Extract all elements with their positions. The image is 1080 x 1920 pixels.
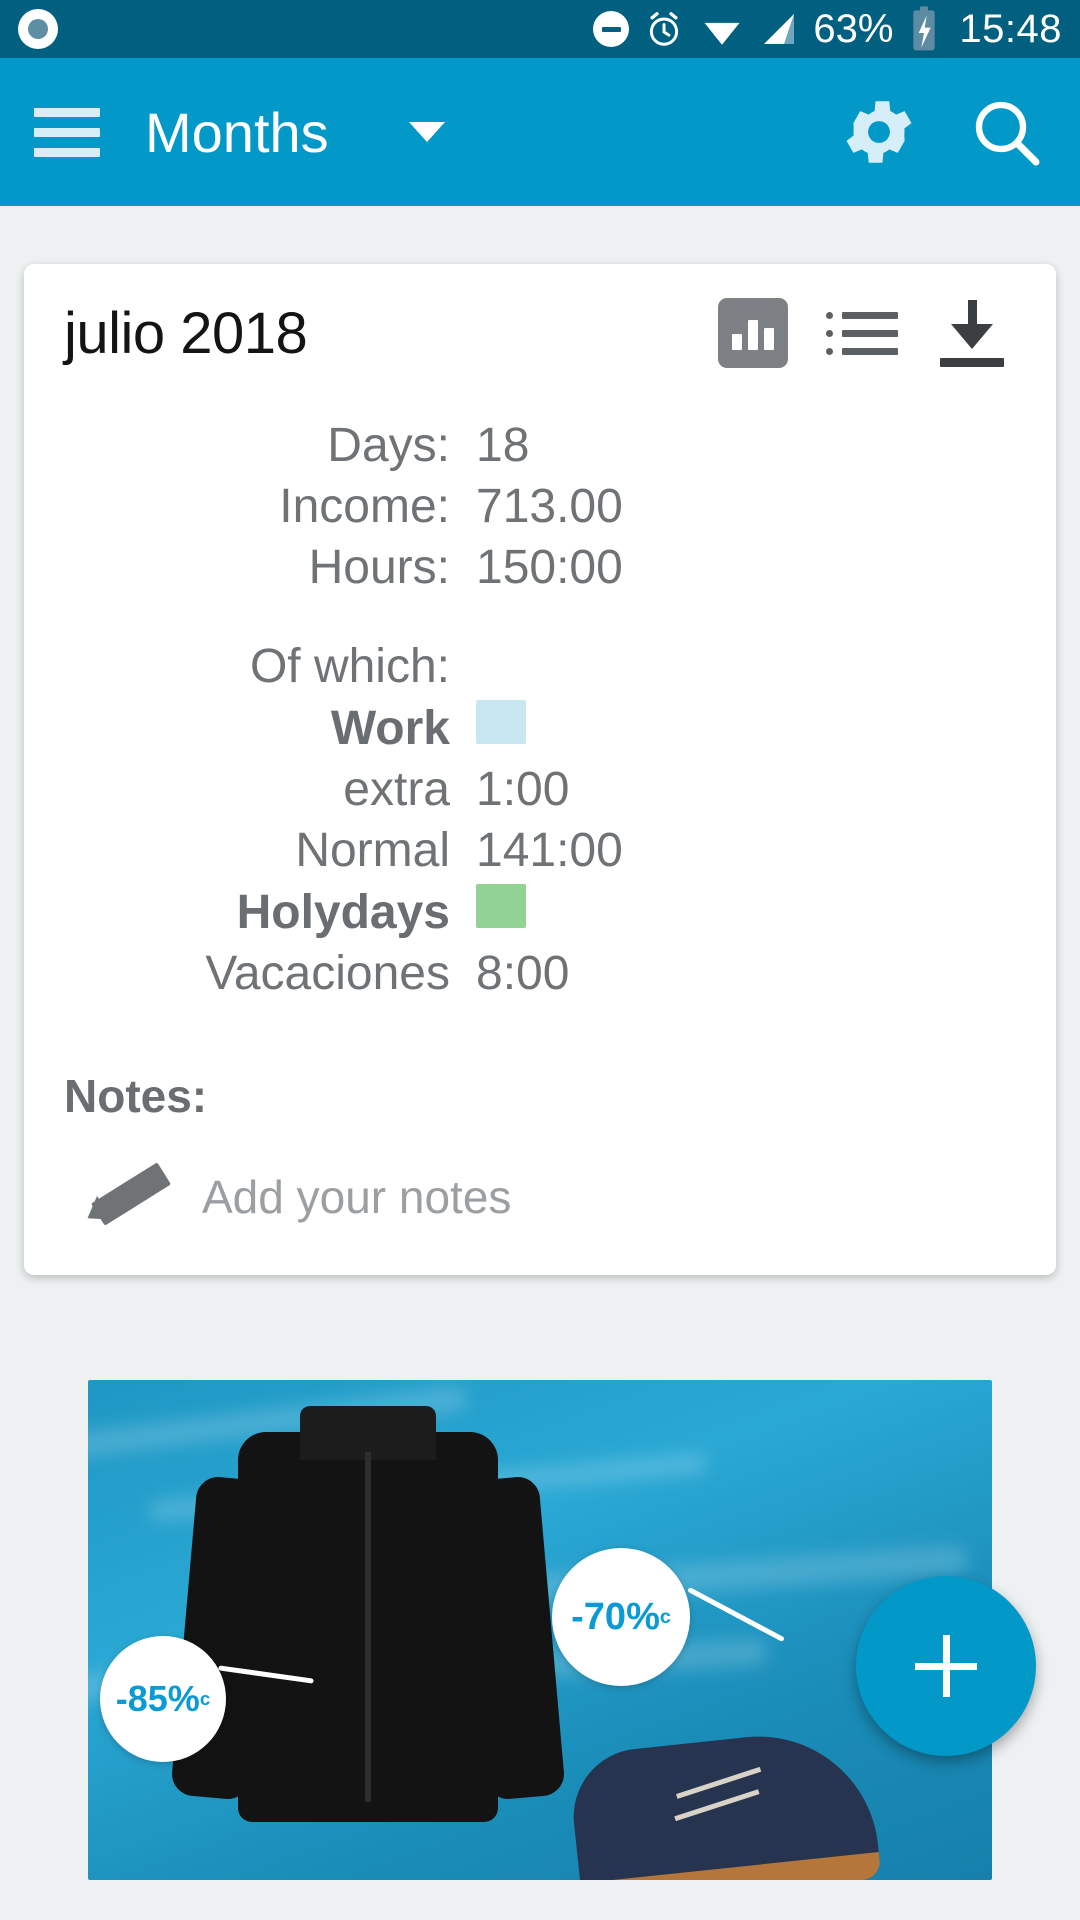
status-bar-left (18, 9, 593, 49)
notes-title: Notes: (64, 1070, 208, 1122)
breakdown-row: Work (64, 700, 1016, 756)
gear-icon[interactable] (838, 91, 920, 173)
advertisement-banner[interactable]: -85% c -70% c (88, 1380, 992, 1880)
search-icon[interactable] (966, 92, 1046, 172)
notes-input-row[interactable]: Add your notes (64, 1159, 1016, 1235)
holiday-color-swatch (476, 884, 526, 928)
breakdown-value: 1:00 (476, 763, 570, 816)
clock-time: 15:48 (959, 6, 1062, 51)
plus-icon-vertical (942, 1635, 950, 1697)
bar-chart-icon[interactable] (718, 298, 788, 368)
breakdown-label: Holydays (236, 885, 450, 939)
discount-badge-right-text: -70% (571, 1595, 660, 1638)
battery-percent: 63% (813, 6, 894, 51)
stat-row: Days: 18 (64, 418, 1016, 473)
battery-charging-icon (913, 6, 936, 51)
of-which-label: Of which: (249, 640, 450, 693)
app-bar-title: Months (145, 100, 329, 164)
page-title: julio 2018 (64, 300, 308, 366)
work-color-swatch (476, 700, 526, 744)
breakdown-row: extra 1:00 (64, 762, 1016, 817)
of-which-row: Of which: (64, 639, 1016, 694)
notes-section: Notes: Add your notes (64, 1069, 1016, 1235)
stat-value: 150:00 (476, 541, 623, 594)
summary-stats: Days: 18 Income: 713.00 Hours: 150:00 Of… (64, 418, 1016, 1001)
record-icon (18, 9, 58, 49)
discount-badge-right: -70% c (552, 1548, 690, 1686)
stat-value: 713.00 (476, 480, 623, 533)
do-not-disturb-icon (593, 11, 630, 47)
app-bar: Months (0, 58, 1080, 206)
list-icon[interactable] (826, 311, 898, 355)
pencil-icon[interactable] (80, 1159, 178, 1235)
discount-badge-left: -85% c (100, 1636, 226, 1762)
jacket-product-image (170, 1406, 566, 1822)
card-actions (718, 298, 1016, 368)
shoe-product-image (566, 1724, 882, 1880)
stat-label: Days: (327, 419, 450, 472)
of-which-section: Of which: Work extra 1:00 Normal 141:00 (64, 639, 1016, 1001)
discount-badge-left-text: -85% (115, 1678, 200, 1719)
add-entry-fab[interactable] (856, 1576, 1036, 1756)
jacket-right-sleeve (460, 1475, 566, 1801)
stat-label: Income: (279, 480, 450, 533)
app-screen: 63% 15:48 Months julio 2018 Days: 18 Inc… (0, 0, 1080, 1920)
stat-label: Hours: (308, 541, 450, 594)
app-bar-actions (838, 91, 1046, 173)
month-summary-card: julio 2018 Days: 18 Income: 713.00 Hours… (24, 264, 1056, 1275)
breakdown-row: Normal 141:00 (64, 823, 1016, 878)
discount-badge-right-sup: c (659, 1605, 671, 1628)
download-icon[interactable] (936, 299, 1008, 367)
breakdown-value: 141:00 (476, 824, 623, 877)
notes-placeholder[interactable]: Add your notes (202, 1170, 511, 1224)
breakdown-label: Work (330, 701, 450, 755)
alarm-clock-icon (650, 12, 679, 46)
breakdown-value: 8:00 (476, 947, 570, 1000)
status-bar-right: 63% 15:48 (593, 5, 1062, 53)
badge-connector-line (687, 1586, 785, 1643)
breakdown-row: Holydays (64, 884, 1016, 940)
breakdown-label: Vacaciones (205, 947, 450, 1000)
hamburger-menu-icon[interactable] (34, 107, 100, 157)
stat-row: Hours: 150:00 (64, 540, 1016, 595)
discount-badge-left-sup: c (199, 1688, 211, 1709)
shoe-sole (580, 1852, 882, 1880)
chevron-down-icon[interactable] (408, 122, 445, 142)
breakdown-label: extra (343, 763, 450, 816)
status-bar: 63% 15:48 (0, 0, 1080, 58)
stat-row: Income: 713.00 (64, 479, 1016, 534)
jacket-zipper (365, 1452, 371, 1802)
breakdown-row: Vacaciones 8:00 (64, 946, 1016, 1001)
breakdown-value (476, 700, 526, 756)
wifi-icon (704, 22, 740, 45)
card-header: julio 2018 (64, 298, 1016, 368)
stat-value: 18 (476, 419, 530, 472)
breakdown-value (476, 884, 526, 940)
cellular-signal-icon (764, 14, 795, 44)
breakdown-label: Normal (295, 824, 450, 877)
